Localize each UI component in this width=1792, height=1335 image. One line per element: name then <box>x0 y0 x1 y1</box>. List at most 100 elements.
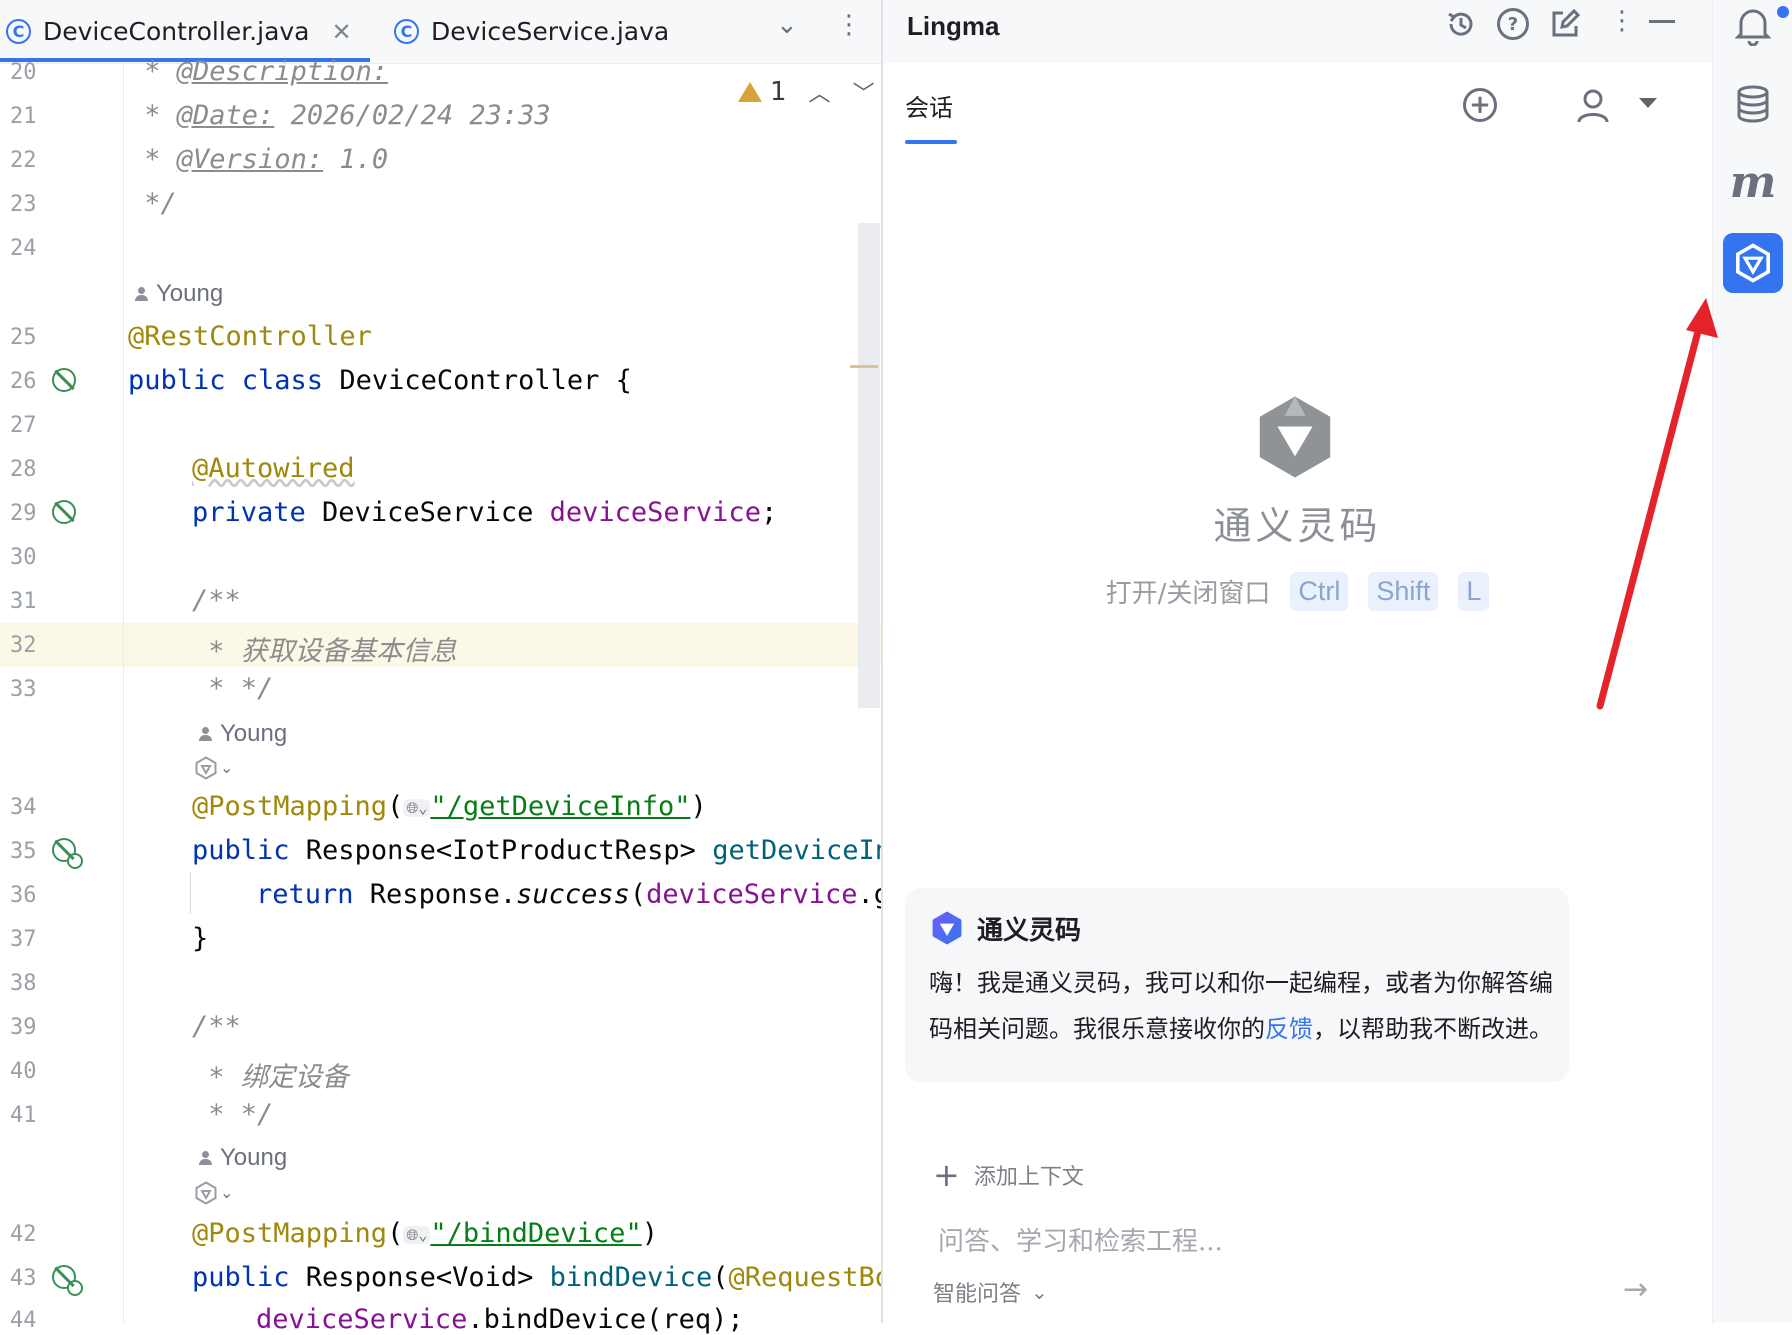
bean-navigation-icon[interactable] <box>52 500 76 524</box>
endpoint-navigation-icon[interactable] <box>52 1265 83 1296</box>
shortcut-label: 打开/关闭窗口 <box>1105 579 1271 609</box>
key-l: L <box>1458 572 1490 611</box>
lingma-inline-hint[interactable]: ⌄ <box>194 756 233 780</box>
inspection-widget[interactable]: 1 ︿ ﹀ <box>738 72 875 112</box>
endpoint-navigation-icon[interactable] <box>52 838 83 869</box>
panel-title: Lingma <box>907 11 1000 41</box>
chevron-down-icon[interactable]: ⌄ <box>776 10 798 40</box>
chevron-down-icon[interactable]: ﹀ <box>853 76 875 108</box>
panel-header: Lingma ? ⋮ <box>883 0 1712 63</box>
lingma-logo-icon <box>932 911 962 945</box>
add-context-label: 添加上下文 <box>973 1165 1084 1190</box>
code-line[interactable]: * */ <box>192 673 273 704</box>
code-line[interactable]: * @Version: 1.0 <box>128 144 388 175</box>
class-icon: C <box>394 19 419 44</box>
code-line[interactable]: public class DeviceController { <box>128 365 632 396</box>
mode-select[interactable]: 智能问答 ⌄ <box>933 1276 1048 1308</box>
line-number: 41 <box>10 1103 37 1128</box>
code-line[interactable]: @RestController <box>128 321 372 352</box>
line-number: 33 <box>10 677 37 702</box>
code-line[interactable]: * 获取设备基本信息 <box>192 629 457 668</box>
lingma-tool-button[interactable] <box>1723 233 1783 293</box>
line-number: 40 <box>10 1059 37 1084</box>
code-line[interactable]: deviceService.bindDevice(req); <box>256 1304 744 1335</box>
code-line[interactable]: /** <box>192 1011 241 1042</box>
line-number: 20 <box>10 60 37 85</box>
code-line[interactable]: * 绑定设备 <box>192 1055 349 1094</box>
bean-navigation-icon[interactable] <box>52 368 76 392</box>
lingma-logo-icon <box>1736 243 1770 283</box>
minimize-icon[interactable] <box>1649 20 1675 23</box>
code-line[interactable]: public Response<Void> bindDevice(@Reques… <box>192 1262 891 1293</box>
chevron-down-icon: ⌄ <box>220 1185 234 1202</box>
code-line[interactable]: private DeviceService deviceService; <box>192 497 777 528</box>
active-tab-indicator <box>905 140 957 144</box>
line-number: 42 <box>10 1222 37 1247</box>
close-icon[interactable]: ✕ <box>332 18 352 46</box>
line-number: 35 <box>10 839 37 864</box>
notifications-button[interactable] <box>1727 0 1791 52</box>
line-number: 26 <box>10 369 37 394</box>
code-line[interactable]: @PostMapping(🌐︎⌄ "/bindDevice") <box>192 1218 658 1249</box>
author-hint[interactable]: Young <box>198 1144 287 1172</box>
more-options-icon[interactable]: ⋮ <box>836 10 862 40</box>
add-context-button[interactable]: + 添加上下文 <box>933 1156 1084 1194</box>
code-line[interactable]: return Response.success(deviceService.g <box>256 879 890 910</box>
line-number: 27 <box>10 413 37 438</box>
editor-tab-bar: C DeviceController.java ✕ C DeviceServic… <box>0 0 881 64</box>
globe-icon[interactable]: 🌐︎⌄ <box>403 1225 431 1244</box>
code-line[interactable]: /** <box>192 585 241 616</box>
database-button[interactable] <box>1727 78 1779 130</box>
line-number: 29 <box>10 501 37 526</box>
warning-icon <box>738 82 762 102</box>
tab-label: DeviceController.java <box>43 17 310 46</box>
mode-label: 智能问答 <box>933 1282 1022 1307</box>
maven-button[interactable]: m <box>1727 156 1779 208</box>
plus-icon: + <box>933 1156 960 1194</box>
author-hint[interactable]: Young <box>134 280 223 308</box>
scrollbar-marker <box>850 365 878 368</box>
history-icon[interactable] <box>1445 8 1477 40</box>
code-line[interactable]: public Response<IotProductResp> getDevic… <box>192 835 891 866</box>
code-line[interactable]: } <box>192 923 208 954</box>
caret-down-icon[interactable] <box>1639 98 1657 108</box>
code-line[interactable]: * @Description: <box>128 56 388 87</box>
code-editor[interactable]: C DeviceController.java ✕ C DeviceServic… <box>0 0 891 1335</box>
line-number: 25 <box>10 325 37 350</box>
edit-icon[interactable] <box>1549 8 1581 40</box>
globe-icon[interactable]: 🌐︎⌄ <box>403 798 431 817</box>
line-number: 32 <box>10 633 37 658</box>
tab-device-controller[interactable]: C DeviceController.java ✕ <box>6 0 370 63</box>
code-line[interactable]: @Autowired <box>192 453 355 484</box>
person-icon <box>198 727 212 741</box>
new-chat-button[interactable]: + <box>1463 88 1497 122</box>
brand-title: 通义灵码 <box>1213 504 1382 548</box>
line-number: 37 <box>10 927 37 952</box>
feedback-link[interactable]: 反馈 <box>1265 1015 1313 1043</box>
user-icon[interactable] <box>1576 88 1610 124</box>
tab-chat[interactable]: 会话 <box>905 88 953 123</box>
lingma-inline-hint[interactable]: ⌄ <box>194 1181 233 1205</box>
key-ctrl: Ctrl <box>1290 572 1349 611</box>
more-options-icon[interactable]: ⋮ <box>1609 6 1635 36</box>
scrollbar[interactable] <box>858 223 880 708</box>
welcome-text: 嗨！我是通义灵码，我可以和你一起编程，或者为你解答编码相关问题。我很乐意接收你的… <box>929 969 1553 1043</box>
code-line[interactable]: * @Date: 2026/02/24 23:33 <box>128 100 550 131</box>
code-line[interactable]: @PostMapping(🌐︎⌄ "/getDeviceInfo") <box>192 791 707 822</box>
line-number: 24 <box>10 236 37 261</box>
person-icon <box>198 1151 212 1165</box>
line-number: 36 <box>10 883 37 908</box>
code-line[interactable]: * */ <box>192 1099 273 1130</box>
tab-device-service[interactable]: C DeviceService.java <box>394 0 669 63</box>
indent-guide <box>190 872 191 914</box>
help-icon[interactable]: ? <box>1497 8 1529 40</box>
chat-input[interactable] <box>938 1222 1578 1262</box>
code-line[interactable]: */ <box>128 188 177 219</box>
send-button[interactable]: → <box>1623 1272 1648 1307</box>
chevron-up-icon[interactable]: ︿ <box>809 76 831 108</box>
line-number: 28 <box>10 457 37 482</box>
lingma-logo-icon <box>1259 396 1331 478</box>
author-hint[interactable]: Young <box>198 720 287 748</box>
class-icon: C <box>6 19 31 44</box>
tool-window-strip: m <box>1713 0 1792 1323</box>
